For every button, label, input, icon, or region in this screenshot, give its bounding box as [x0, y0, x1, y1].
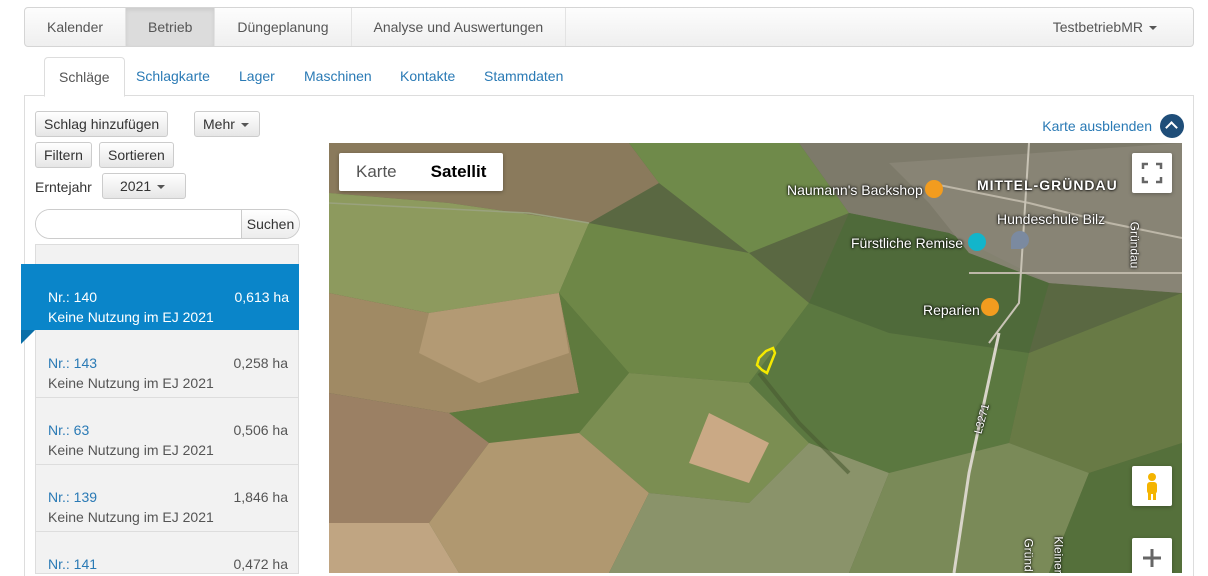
nav-kalender[interactable]: Kalender	[25, 8, 127, 46]
sort-button[interactable]: Sortieren	[99, 142, 174, 168]
selection-marker	[21, 330, 35, 344]
filter-button[interactable]: Filtern	[35, 142, 92, 168]
restaurant-icon[interactable]	[925, 180, 943, 198]
list-header	[36, 245, 298, 265]
fullscreen-icon	[1141, 162, 1163, 184]
list-item[interactable]: Nr.: 143 0,258 ha Keine Nutzung im EJ 20…	[36, 331, 298, 398]
add-field-button[interactable]: Schlag hinzufügen	[35, 111, 169, 137]
poi-remise-label[interactable]: Fürstliche Remise	[851, 235, 963, 251]
more-label: Mehr	[203, 116, 235, 132]
poi-bakery-label[interactable]: Naumann's Backshop	[787, 182, 923, 198]
caret-down-icon	[240, 123, 249, 128]
fullscreen-button[interactable]	[1132, 153, 1172, 193]
field-usage: Keine Nutzung im EJ 2021	[48, 442, 214, 458]
field-area: 0,472 ha	[233, 556, 289, 572]
field-usage: Keine Nutzung im EJ 2021	[48, 375, 214, 391]
nav-analyse[interactable]: Analyse und Auswertungen	[352, 8, 567, 46]
tab-lager[interactable]: Lager	[239, 57, 275, 96]
harvest-year-select[interactable]: 2021	[102, 173, 186, 199]
location-pin-icon[interactable]	[1011, 231, 1029, 249]
field-area: 0,613 ha	[234, 289, 290, 305]
field-number[interactable]: Nr.: 139	[48, 489, 97, 505]
search-box: Suchen	[35, 209, 300, 239]
map-imagery	[329, 143, 1182, 573]
list-item[interactable]: Nr.: 141 0,472 ha	[36, 532, 298, 573]
river-label-bottom: Gründ	[1021, 538, 1036, 572]
search-input[interactable]	[36, 210, 241, 238]
list-item[interactable]: Nr.: 63 0,506 ha Keine Nutzung im EJ 202…	[36, 398, 298, 465]
field-number[interactable]: Nr.: 63	[48, 422, 89, 438]
user-name: TestbetriebMR	[1052, 19, 1143, 35]
chevron-up-icon	[1160, 114, 1184, 138]
kleiner-label: Kleiner	[1051, 536, 1066, 573]
plus-icon	[1143, 549, 1161, 567]
bar-icon[interactable]	[981, 298, 999, 316]
list-item[interactable]: Nr.: 139 1,846 ha Keine Nutzung im EJ 20…	[36, 465, 298, 532]
field-usage: Keine Nutzung im EJ 2021	[48, 309, 214, 325]
town-label: MITTEL-GRÜNDAU	[977, 177, 1118, 193]
selected-list-item[interactable]: Nr.: 140 0,613 ha Keine Nutzung im EJ 20…	[21, 264, 299, 344]
caret-down-icon	[1149, 26, 1157, 31]
field-number[interactable]: Nr.: 140	[48, 289, 97, 305]
satellite-map[interactable]: Karte Satellit MITTEL-GRÜNDAU Naumann's …	[329, 143, 1182, 573]
harvest-year-value: 2021	[120, 178, 152, 194]
tab-schlaege[interactable]: Schläge	[44, 57, 125, 97]
street-view-button[interactable]	[1132, 466, 1172, 506]
nav-duengeplanung[interactable]: Düngeplanung	[215, 8, 352, 46]
hide-map-label: Karte ausblenden	[1042, 118, 1152, 134]
tab-bar: Schläge Schlagkarte Lager Maschinen Kont…	[24, 57, 1194, 97]
nav-betrieb[interactable]: Betrieb	[126, 8, 216, 46]
poi-dog-school-label[interactable]: Hundeschule Bilz	[997, 211, 1105, 227]
zoom-in-button[interactable]	[1132, 538, 1172, 573]
river-label: Gründau	[1127, 221, 1142, 269]
poi-reparien-label[interactable]: Reparien	[923, 302, 980, 318]
map-type-karte[interactable]: Karte	[339, 153, 414, 191]
tab-kontakte[interactable]: Kontakte	[400, 57, 455, 96]
field-usage: Keine Nutzung im EJ 2021	[48, 509, 214, 525]
more-button[interactable]: Mehr	[194, 111, 260, 137]
caret-down-icon	[157, 185, 166, 190]
landmark-icon[interactable]	[968, 233, 986, 251]
field-number[interactable]: Nr.: 143	[48, 355, 97, 371]
harvest-year-label: Erntejahr	[35, 179, 92, 195]
search-button[interactable]: Suchen	[241, 210, 299, 238]
tab-maschinen[interactable]: Maschinen	[304, 57, 372, 96]
tab-stammdaten[interactable]: Stammdaten	[484, 57, 563, 96]
user-menu[interactable]: TestbetriebMR	[1053, 8, 1193, 46]
tab-schlagkarte[interactable]: Schlagkarte	[136, 57, 210, 96]
field-area: 0,258 ha	[233, 355, 289, 371]
main-navbar: Kalender Betrieb Düngeplanung Analyse un…	[24, 7, 1194, 47]
field-area: 1,846 ha	[233, 489, 289, 505]
hide-map-link[interactable]: Karte ausblenden	[1042, 114, 1184, 138]
map-type-satellit[interactable]: Satellit	[414, 153, 504, 191]
field-area: 0,506 ha	[233, 422, 289, 438]
map-type-control: Karte Satellit	[339, 153, 504, 191]
pegman-icon	[1147, 473, 1157, 500]
field-number[interactable]: Nr.: 141	[48, 556, 97, 572]
